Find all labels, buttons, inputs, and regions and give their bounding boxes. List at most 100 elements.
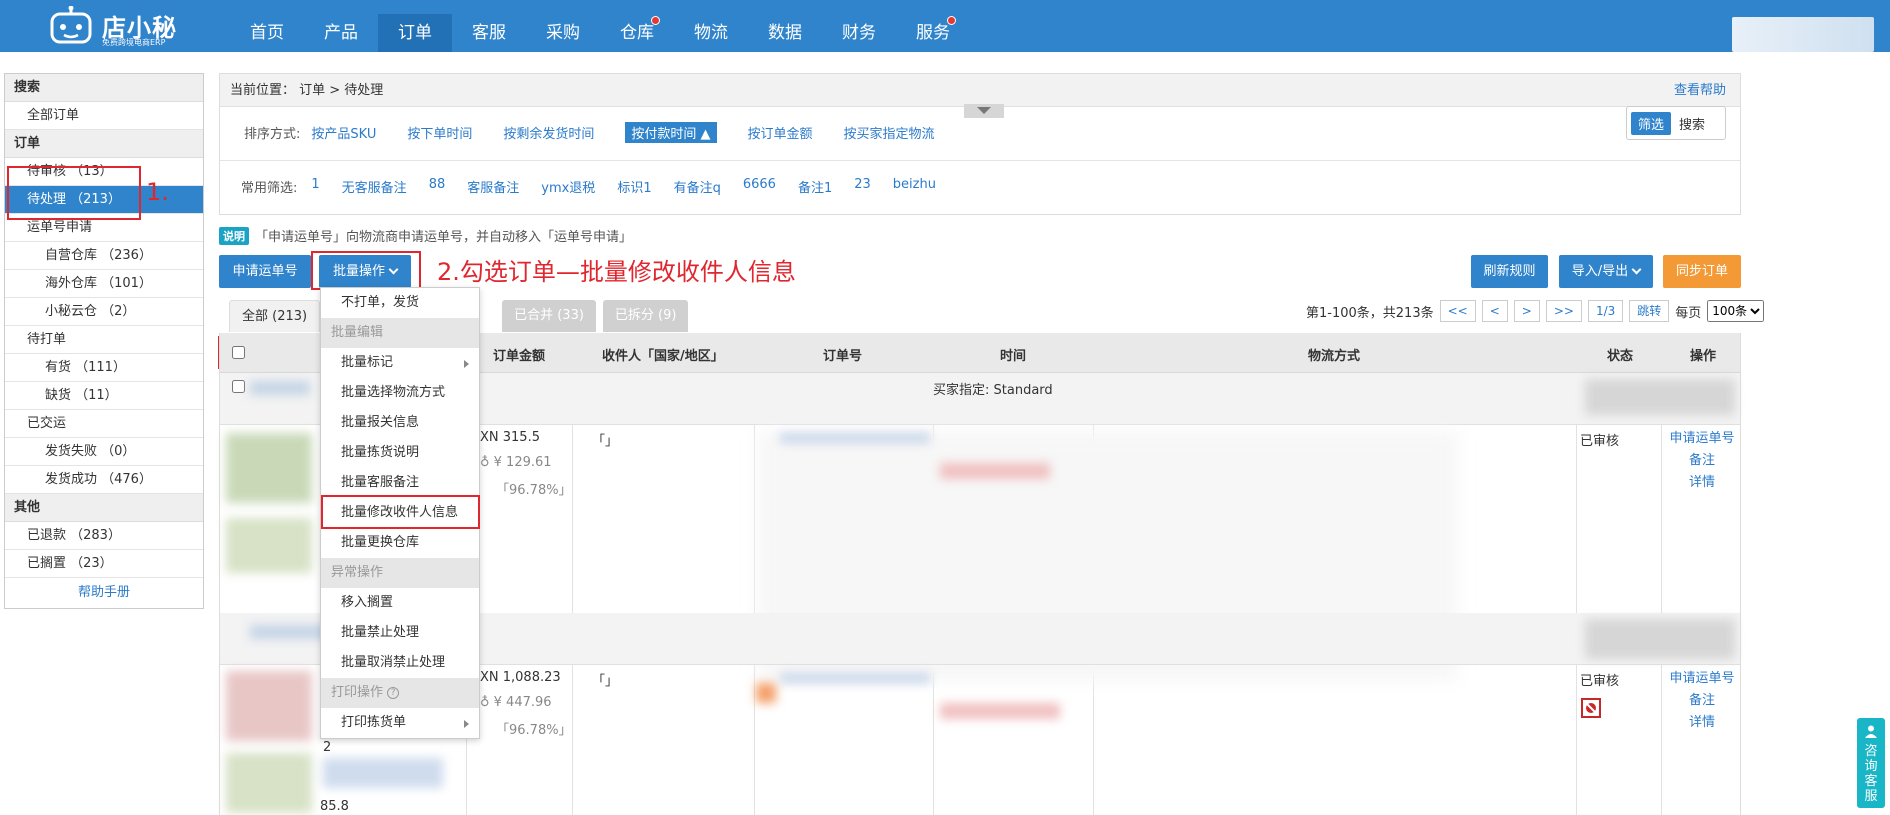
nav-logistics[interactable]: 物流 (674, 14, 748, 52)
nav-purchase[interactable]: 采购 (526, 14, 600, 52)
select-all-checkbox[interactable] (232, 346, 245, 359)
nav-home[interactable]: 首页 (230, 14, 304, 52)
menu-batch-change-warehouse[interactable]: 批量更换仓库 (321, 528, 479, 558)
quick-filter-item[interactable]: 客服备注 (467, 177, 519, 196)
menu-move-to-hold[interactable]: 移入搁置 (321, 588, 479, 618)
sort-by-payment-time[interactable]: 按付款时间 ▲ (625, 122, 717, 143)
sort-by-buyer-logistics[interactable]: 按买家指定物流 (844, 123, 935, 142)
profit-icon: ♁ (480, 695, 494, 710)
per-page-select[interactable]: 100条 (1707, 300, 1765, 322)
remark-link[interactable]: 备注 (1664, 450, 1740, 472)
first-page-button[interactable]: << (1439, 300, 1476, 322)
tab-merged[interactable]: 已合并 (33) (502, 300, 596, 332)
collapse-toggle[interactable] (964, 104, 1004, 118)
menu-batch-unprohibit[interactable]: 批量取消禁止处理 (321, 648, 479, 678)
sidebar-item-shipped[interactable]: 已交运 (5, 410, 203, 438)
sidebar-item-all-orders[interactable]: 全部订单 (5, 102, 203, 130)
sort-by-sku[interactable]: 按产品SKU (311, 123, 376, 142)
quick-filter-item[interactable]: ymx退税 (541, 177, 595, 196)
order-amount: XN 315.5 (480, 430, 540, 445)
user-account-area[interactable] (1732, 17, 1874, 52)
row-checkbox[interactable] (232, 380, 245, 393)
quick-filter-item[interactable]: 备注1 (798, 177, 832, 196)
menu-batch-cs-remark[interactable]: 批量客服备注 (321, 468, 479, 498)
apply-tracking-button[interactable]: 申请运单号 (219, 255, 311, 288)
search-mode-button[interactable]: 搜索 (1679, 114, 1705, 133)
menu-group-print: 打印操作 ? (321, 678, 479, 708)
question-icon[interactable]: ? (387, 686, 400, 699)
sidebar-item-on-hold[interactable]: 已搁置 （23） (5, 550, 203, 578)
quick-filter-item[interactable]: 无客服备注 (342, 177, 407, 196)
sidebar-item-to-print[interactable]: 待打单 (5, 326, 203, 354)
pagination: 第1-100条，共213条 << < > >> 1/3 跳转 每页 100条 (1306, 300, 1765, 322)
menu-batch-picking-note[interactable]: 批量拣货说明 (321, 438, 479, 468)
info-note: 说明 「申请运单号」向物流商申请运单号，并自动移入「运单号申请」 (219, 226, 632, 245)
nav-orders[interactable]: 订单 (378, 14, 452, 52)
apply-tracking-link[interactable]: 申请运单号 (1664, 668, 1740, 690)
quick-filter-item[interactable]: 标识1 (617, 177, 651, 196)
details-link[interactable]: 详情 (1664, 712, 1740, 734)
robot-logo-icon (50, 6, 92, 44)
quick-filter-item[interactable]: 88 (429, 177, 446, 196)
next-page-button[interactable]: > (1513, 300, 1540, 322)
sidebar-item-refunded[interactable]: 已退款 （283） (5, 522, 203, 550)
recipient-country: 「」 (592, 674, 619, 689)
quick-filter-item[interactable]: 1 (311, 177, 319, 196)
sidebar-help-link[interactable]: 帮助手册 (5, 578, 203, 608)
sort-label: 排序方式: (244, 127, 301, 142)
sidebar-item-in-stock[interactable]: 有货 （111） (5, 354, 203, 382)
menu-print-picking-list[interactable]: 打印拣货单 (321, 708, 479, 738)
customer-service-label: 咨询客服 (1864, 744, 1878, 804)
blurred-time (940, 463, 1050, 479)
menu-batch-customs[interactable]: 批量报关信息 (321, 408, 479, 438)
tab-split[interactable]: 已拆分 (9) (602, 300, 689, 332)
import-export-button[interactable]: 导入/导出 (1559, 255, 1653, 288)
prev-page-button[interactable]: < (1481, 300, 1508, 322)
import-export-label: 导入/导出 (1571, 264, 1629, 279)
sync-orders-button[interactable]: 同步订单 (1663, 255, 1741, 288)
nav-finance[interactable]: 财务 (822, 14, 896, 52)
order-profit: ♁ ¥ 447.96 (480, 695, 552, 710)
customer-service-float[interactable]: 咨询客服 (1857, 718, 1885, 808)
sidebar-item-cloud-warehouse[interactable]: 小秘云仓 （2） (5, 298, 203, 326)
logo[interactable]: 店小秘 免费跨境电商ERP (48, 4, 198, 48)
sidebar-item-ship-failed[interactable]: 发货失败 （0） (5, 438, 203, 466)
menu-ship-without-print[interactable]: 不打单，发货 (321, 288, 479, 318)
menu-group-batch-edit: 批量编辑 (321, 318, 479, 348)
profit-rate: 「96.78%」 (496, 483, 572, 498)
jump-button[interactable]: 跳转 (1629, 300, 1670, 322)
nav-products[interactable]: 产品 (304, 14, 378, 52)
order-profit-value: ¥ 129.61 (493, 455, 552, 470)
header-status: 状态 (1607, 349, 1634, 364)
quick-filter-item[interactable]: 6666 (743, 177, 776, 196)
menu-group-print-label: 打印操作 (331, 685, 384, 700)
sort-by-remaining-time[interactable]: 按剩余发货时间 (503, 123, 594, 142)
sidebar-item-ship-success[interactable]: 发货成功 （476） (5, 466, 203, 494)
sidebar-item-overseas-warehouse[interactable]: 海外仓库 （101） (5, 270, 203, 298)
main-nav: 首页 产品 订单 客服 采购 仓库 物流 数据 财务 服务 (230, 14, 970, 52)
nav-warehouse[interactable]: 仓库 (600, 14, 674, 52)
prohibited-icon[interactable] (1581, 698, 1601, 718)
nav-customer-service[interactable]: 客服 (452, 14, 526, 52)
sort-by-amount[interactable]: 按订单金额 (748, 123, 813, 142)
remark-link[interactable]: 备注 (1664, 690, 1740, 712)
quick-filter-item[interactable]: 23 (854, 177, 871, 196)
nav-services[interactable]: 服务 (896, 14, 970, 52)
menu-batch-logistics[interactable]: 批量选择物流方式 (321, 378, 479, 408)
menu-batch-mark[interactable]: 批量标记 (321, 348, 479, 378)
nav-data[interactable]: 数据 (748, 14, 822, 52)
sort-by-order-time[interactable]: 按下单时间 (407, 123, 472, 142)
tab-all[interactable]: 全部 (213) (229, 300, 321, 332)
apply-tracking-link[interactable]: 申请运单号 (1664, 428, 1740, 450)
notification-dot (651, 16, 660, 25)
last-page-button[interactable]: >> (1545, 300, 1582, 322)
quick-filter-item[interactable]: beizhu (893, 177, 936, 196)
quick-filter-item[interactable]: 有备注q (674, 177, 721, 196)
help-link[interactable]: 查看帮助 (1674, 74, 1726, 107)
menu-batch-prohibit[interactable]: 批量禁止处理 (321, 618, 479, 648)
sidebar-item-out-of-stock[interactable]: 缺货 （11） (5, 382, 203, 410)
filter-mode-button[interactable]: 筛选 (1631, 111, 1672, 135)
details-link[interactable]: 详情 (1664, 472, 1740, 494)
sidebar-item-own-warehouse[interactable]: 自营仓库 （236） (5, 242, 203, 270)
refresh-rules-button[interactable]: 刷新规则 (1471, 255, 1548, 288)
